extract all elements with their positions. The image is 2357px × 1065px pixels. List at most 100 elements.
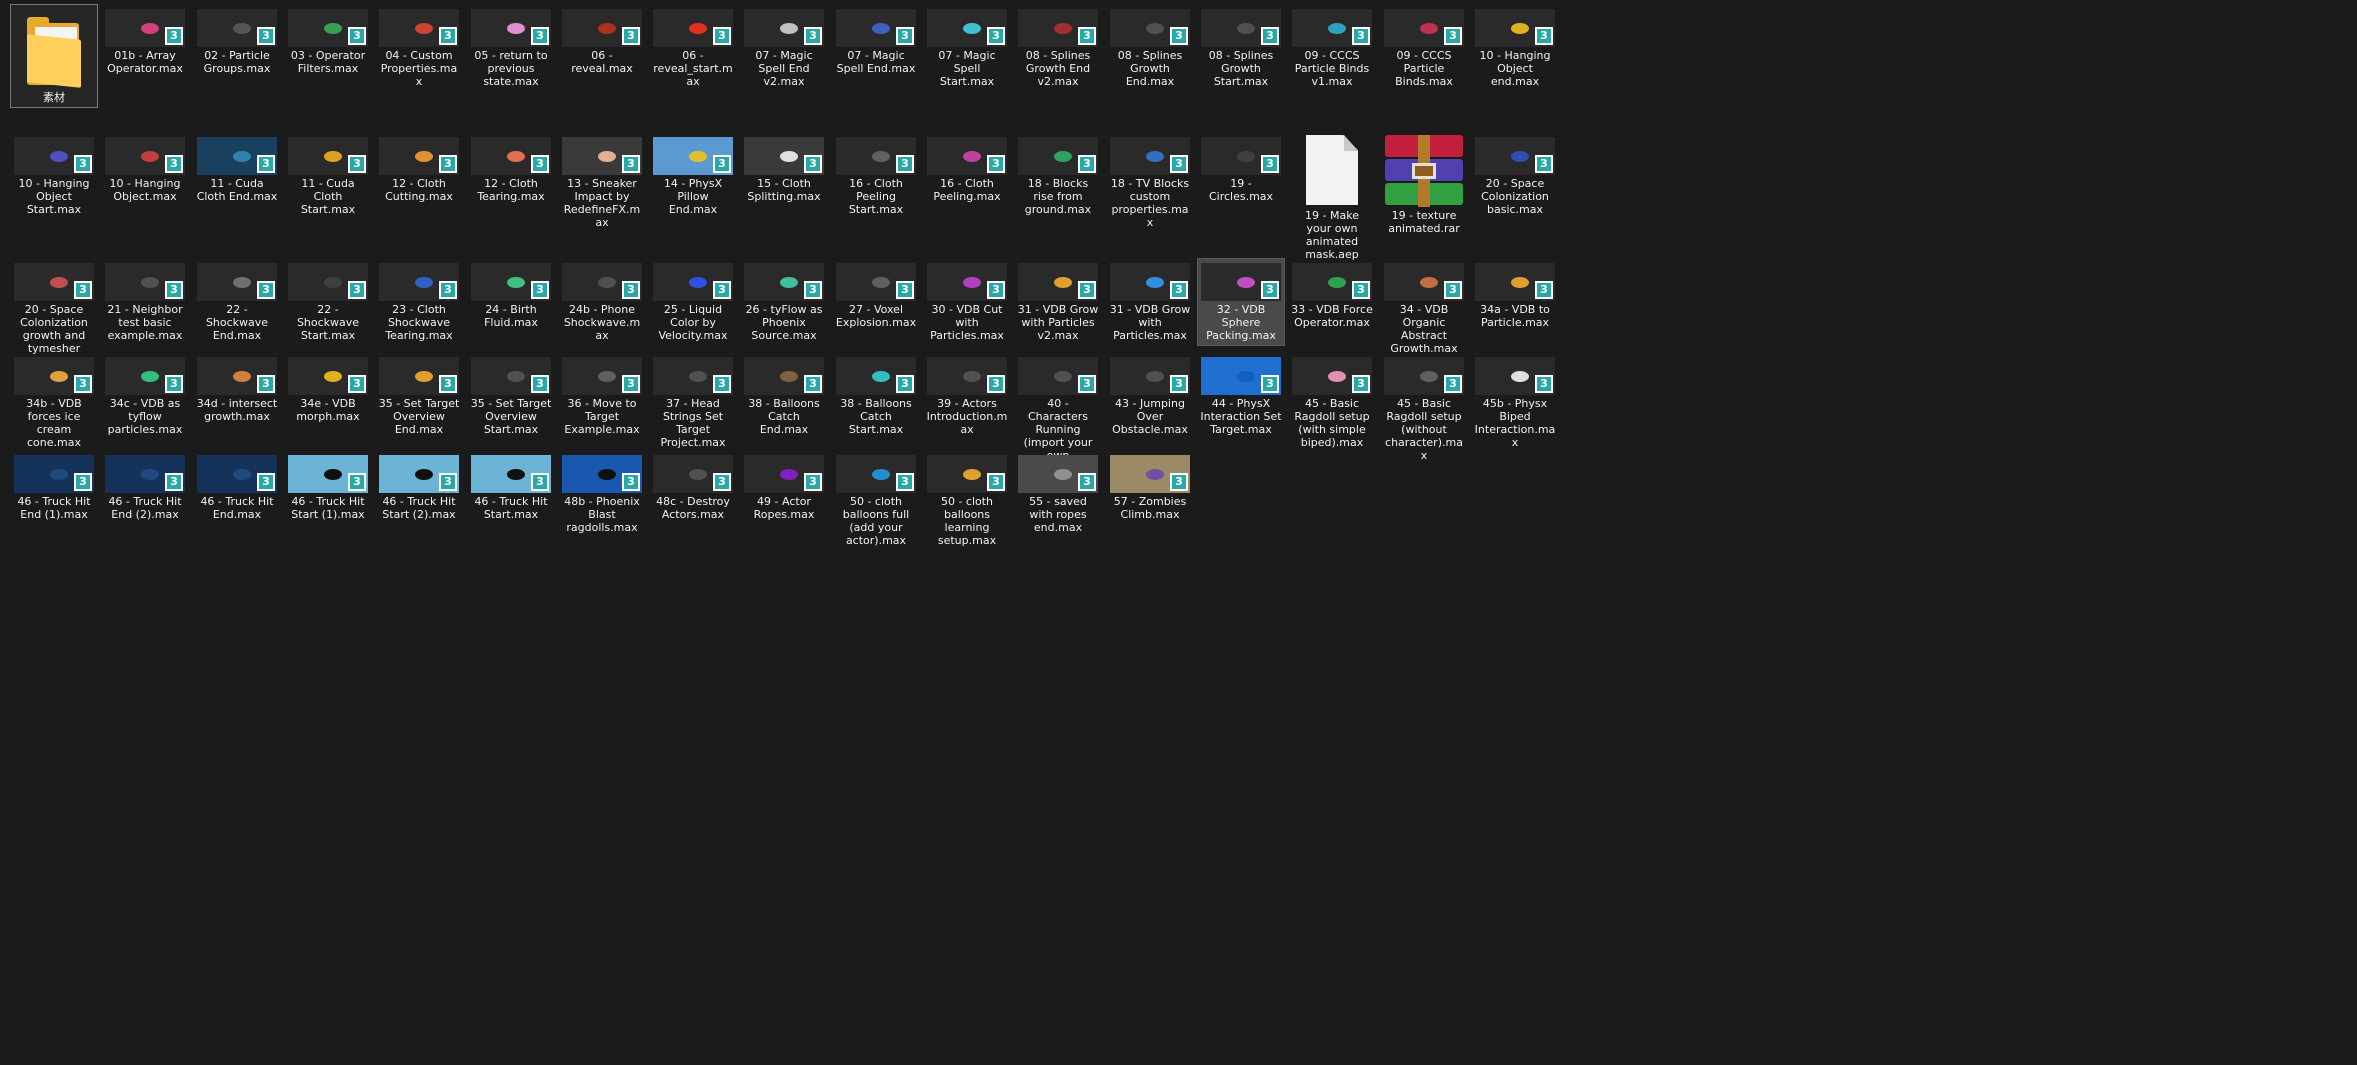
file-item[interactable]: 3 50 - cloth balloons learning setup.max bbox=[923, 450, 1011, 551]
file-item[interactable]: 3 09 - CCCS Particle Binds.max bbox=[1380, 4, 1468, 92]
file-item[interactable]: 3 10 - Hanging Object end.max bbox=[1471, 4, 1559, 92]
3ds-max-icon: 3 bbox=[987, 281, 1005, 299]
file-name-label: 49 - Actor Ropes.max bbox=[753, 495, 815, 521]
file-item[interactable]: 3 07 - Magic Spell End.max bbox=[832, 4, 920, 79]
file-item[interactable]: 3 45 - Basic Ragdoll setup (with simple b… bbox=[1288, 352, 1376, 453]
file-thumbnail: 3 bbox=[562, 263, 642, 301]
3ds-max-icon: 3 bbox=[1170, 155, 1188, 173]
file-thumbnail: 3 bbox=[105, 455, 185, 493]
file-item[interactable]: 3 10 - Hanging Object Start.max bbox=[10, 132, 98, 220]
file-item[interactable]: 3 24b - Phone Shockwave.max bbox=[558, 258, 646, 346]
file-item[interactable]: 3 55 - saved with ropes end.max bbox=[1014, 450, 1102, 538]
file-item[interactable]: 3 48b - Phoenix Blast ragdolls.max bbox=[558, 450, 646, 538]
file-item[interactable]: 3 39 - Actors Introduction.max bbox=[923, 352, 1011, 440]
file-thumbnail: 3 bbox=[379, 357, 459, 395]
file-name-label: 34e - VDB morph.max bbox=[296, 397, 360, 423]
file-item[interactable]: 3 16 - Cloth Peeling.max bbox=[923, 132, 1011, 207]
file-item[interactable]: 3 48c - Destroy Actors.max bbox=[649, 450, 737, 525]
file-item[interactable]: 3 46 - Truck Hit Start (1).max bbox=[284, 450, 372, 525]
file-item[interactable]: 3 45b - Physx Biped Interaction.max bbox=[1471, 352, 1559, 453]
file-item[interactable]: 19 - texture animated.rar bbox=[1380, 132, 1468, 239]
file-item[interactable]: 3 11 - Cuda Cloth End.max bbox=[193, 132, 281, 207]
file-item[interactable]: 3 14 - PhysX Pillow End.max bbox=[649, 132, 737, 220]
file-item[interactable]: 3 07 - Magic Spell End v2.max bbox=[740, 4, 828, 92]
file-item[interactable]: 3 24 - Birth Fluid.max bbox=[467, 258, 555, 333]
file-item[interactable]: 3 44 - PhysX Interaction Set Target.max bbox=[1197, 352, 1285, 440]
file-item[interactable]: 3 57 - Zombies Climb.max bbox=[1106, 450, 1194, 525]
file-item[interactable]: 3 11 - Cuda Cloth Start.max bbox=[284, 132, 372, 220]
file-item[interactable]: 3 46 - Truck Hit Start (2).max bbox=[375, 450, 463, 525]
file-item[interactable]: 3 32 - VDB Sphere Packing.max bbox=[1197, 258, 1285, 346]
3ds-max-icon: 3 bbox=[622, 375, 640, 393]
3ds-max-icon: 3 bbox=[531, 155, 549, 173]
file-thumbnail: 3 bbox=[471, 9, 551, 47]
file-item[interactable]: 3 43 - Jumping Over Obstacle.max bbox=[1106, 352, 1194, 440]
file-item[interactable]: 3 20 - Space Colonization basic.max bbox=[1471, 132, 1559, 220]
file-item[interactable]: 3 02 - Particle Groups.max bbox=[193, 4, 281, 79]
file-item[interactable]: 3 08 - Splines Growth End v2.max bbox=[1014, 4, 1102, 92]
file-thumbnail: 3 bbox=[836, 137, 916, 175]
file-item[interactable]: 3 18 - TV Blocks custom properties.max bbox=[1106, 132, 1194, 233]
file-item[interactable]: 3 18 - Blocks rise from ground.max bbox=[1014, 132, 1102, 220]
file-name-label: 46 - Truck Hit Start.max bbox=[474, 495, 548, 521]
file-item[interactable]: 3 21 - Neighbor test basic example.max bbox=[101, 258, 189, 346]
file-item[interactable]: 3 01b - Array Operator.max bbox=[101, 4, 189, 79]
file-item[interactable]: 3 26 - tyFlow as Phoenix Source.max bbox=[740, 258, 828, 346]
file-item[interactable]: 3 04 - Custom Properties.max bbox=[375, 4, 463, 92]
file-name-label: 23 - Cloth Shockwave Tearing.max bbox=[385, 303, 453, 342]
file-item[interactable]: 3 34a - VDB to Particle.max bbox=[1471, 258, 1559, 333]
file-item[interactable]: 3 38 - Balloons Catch Start.max bbox=[832, 352, 920, 440]
file-item[interactable]: 3 10 - Hanging Object.max bbox=[101, 132, 189, 207]
file-item[interactable]: 3 34c - VDB as tyflow particles.max bbox=[101, 352, 189, 440]
file-item[interactable]: 素材 bbox=[10, 4, 98, 108]
file-item[interactable]: 3 05 - return to previous state.max bbox=[467, 4, 555, 92]
file-item[interactable]: 3 31 - VDB Grow with Particles.max bbox=[1106, 258, 1194, 346]
file-item[interactable]: 3 49 - Actor Ropes.max bbox=[740, 450, 828, 525]
file-thumbnail: 3 bbox=[744, 137, 824, 175]
file-item[interactable]: 3 34d - intersect growth.max bbox=[193, 352, 281, 427]
file-item[interactable]: 3 34e - VDB morph.max bbox=[284, 352, 372, 427]
file-item[interactable]: 3 16 - Cloth Peeling Start.max bbox=[832, 132, 920, 220]
file-thumbnail: 3 bbox=[288, 455, 368, 493]
file-item[interactable]: 3 46 - Truck Hit End (2).max bbox=[101, 450, 189, 525]
file-name-label: 19 - Make your own animated mask.aep bbox=[1305, 209, 1359, 261]
file-item[interactable]: 3 25 - Liquid Color by Velocity.max bbox=[649, 258, 737, 346]
file-item[interactable]: 3 08 - Splines Growth Start.max bbox=[1197, 4, 1285, 92]
file-item[interactable]: 3 22 - Shockwave Start.max bbox=[284, 258, 372, 346]
file-item[interactable]: 3 06 - reveal.max bbox=[558, 4, 646, 79]
file-name-label: 46 - Truck Hit End.max bbox=[200, 495, 274, 521]
file-item[interactable]: 3 08 - Splines Growth End.max bbox=[1106, 4, 1194, 92]
file-item[interactable]: 3 50 - cloth balloons full (add your acto… bbox=[832, 450, 920, 551]
file-item[interactable]: 3 15 - Cloth Splitting.max bbox=[740, 132, 828, 207]
file-item[interactable]: 3 46 - Truck Hit End.max bbox=[193, 450, 281, 525]
file-item[interactable]: 3 27 - Voxel Explosion.max bbox=[832, 258, 920, 333]
file-item[interactable]: 3 35 - Set Target Overview Start.max bbox=[467, 352, 555, 440]
file-item[interactable]: 19 - Make your own animated mask.aep bbox=[1288, 132, 1376, 265]
file-item[interactable]: 3 38 - Balloons Catch End.max bbox=[740, 352, 828, 440]
file-item[interactable]: 3 34 - VDB Organic Abstract Growth.max bbox=[1380, 258, 1468, 359]
file-thumbnail: 3 bbox=[105, 137, 185, 175]
file-item[interactable]: 3 13 - Sneaker Impact by RedefineFX.max bbox=[558, 132, 646, 233]
file-item[interactable]: 3 06 - reveal_start.max bbox=[649, 4, 737, 92]
file-item[interactable]: 3 12 - Cloth Tearing.max bbox=[467, 132, 555, 207]
file-item[interactable]: 3 22 - Shockwave End.max bbox=[193, 258, 281, 346]
file-item[interactable]: 3 09 - CCCS Particle Binds v1.max bbox=[1288, 4, 1376, 92]
file-item[interactable]: 3 19 - Circles.max bbox=[1197, 132, 1285, 207]
file-item[interactable]: 3 12 - Cloth Cutting.max bbox=[375, 132, 463, 207]
file-item[interactable]: 3 31 - VDB Grow with Particles v2.max bbox=[1014, 258, 1102, 346]
file-item[interactable]: 3 46 - Truck Hit End (1).max bbox=[10, 450, 98, 525]
file-item[interactable]: 3 35 - Set Target Overview End.max bbox=[375, 352, 463, 440]
file-thumbnail: 3 bbox=[562, 9, 642, 47]
file-item[interactable]: 3 34b - VDB forces ice cream cone.max bbox=[10, 352, 98, 453]
file-thumbnail: 3 bbox=[1201, 9, 1281, 47]
file-item[interactable]: 3 03 - Operator Filters.max bbox=[284, 4, 372, 79]
file-item[interactable]: 3 37 - Head Strings Set Target Project.ma… bbox=[649, 352, 737, 453]
file-item[interactable]: 3 33 - VDB Force Operator.max bbox=[1288, 258, 1376, 333]
file-item[interactable]: 3 07 - Magic Spell Start.max bbox=[923, 4, 1011, 92]
file-item[interactable]: 3 45 - Basic Ragdoll setup (without chara… bbox=[1380, 352, 1468, 466]
file-item[interactable]: 3 23 - Cloth Shockwave Tearing.max bbox=[375, 258, 463, 346]
file-name-label: 43 - Jumping Over Obstacle.max bbox=[1112, 397, 1188, 436]
file-item[interactable]: 3 46 - Truck Hit Start.max bbox=[467, 450, 555, 525]
file-item[interactable]: 3 36 - Move to Target Example.max bbox=[558, 352, 646, 440]
file-item[interactable]: 3 30 - VDB Cut with Particles.max bbox=[923, 258, 1011, 346]
